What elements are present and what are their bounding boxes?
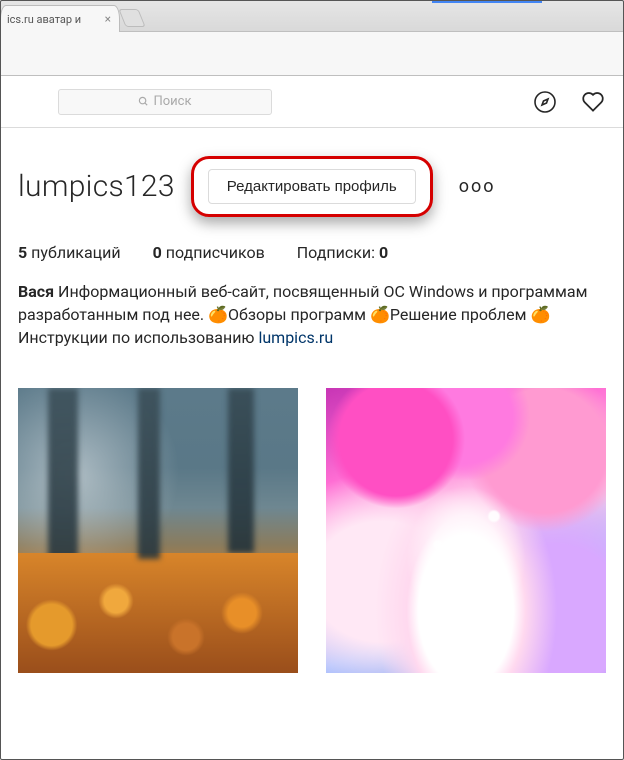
bio-name: Вася <box>18 282 54 301</box>
new-tab-button[interactable] <box>118 9 145 27</box>
active-tab-indicator <box>432 0 542 3</box>
orange-icon: 🍊 <box>530 305 550 324</box>
orange-icon: 🍊 <box>370 305 390 324</box>
browser-tab-strip: ics.ru аватар и × <box>0 0 624 32</box>
browser-tab[interactable]: ics.ru аватар и × <box>0 5 120 32</box>
stat-followers[interactable]: 0 подписчиков <box>153 243 265 262</box>
heart-icon[interactable] <box>580 89 606 115</box>
search-placeholder: Поиск <box>153 94 191 109</box>
bio-link[interactable]: lumpics.ru <box>258 328 333 347</box>
profile-stats: 5 публикаций 0 подписчиков Подписки: 0 <box>18 243 606 262</box>
stat-following[interactable]: Подписки: 0 <box>297 243 388 262</box>
top-nav: Поиск <box>0 76 624 128</box>
close-icon[interactable]: × <box>103 12 113 26</box>
post-thumbnail[interactable] <box>18 388 298 673</box>
edit-profile-highlight: Редактировать профиль <box>191 156 433 217</box>
tab-title: ics.ru аватар и <box>7 13 103 26</box>
stat-posts[interactable]: 5 публикаций <box>18 243 121 262</box>
profile-header: lumpics123 Редактировать профиль ooo 5 п… <box>0 128 624 358</box>
profile-bio: Вася Информационный веб-сайт, посвященны… <box>18 280 606 350</box>
post-thumbnail[interactable] <box>326 388 606 673</box>
search-icon <box>138 96 149 107</box>
browser-toolbar <box>0 32 624 76</box>
orange-icon: 🍊 <box>208 305 228 324</box>
explore-icon[interactable] <box>532 89 558 115</box>
profile-options-button[interactable]: ooo <box>459 176 496 197</box>
edit-profile-button[interactable]: Редактировать профиль <box>208 169 416 204</box>
post-grid <box>0 358 624 673</box>
page-content: Поиск lumpics123 Редактировать профиль o… <box>0 76 624 673</box>
username: lumpics123 <box>18 169 175 204</box>
search-input[interactable]: Поиск <box>58 89 272 115</box>
